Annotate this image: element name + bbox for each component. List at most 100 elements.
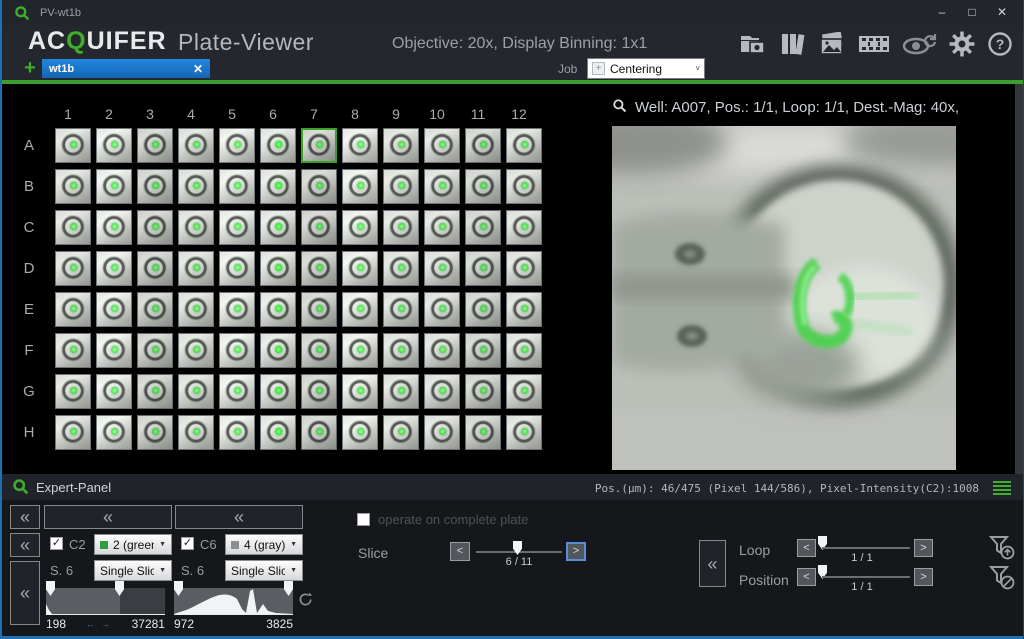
well-thumbnail-H12[interactable]: [506, 415, 542, 450]
well-thumbnail-D11[interactable]: [465, 251, 501, 286]
well-thumbnail-F8[interactable]: [342, 333, 378, 368]
well-thumbnail-G8[interactable]: [342, 374, 378, 409]
minimize-button[interactable]: –: [927, 0, 957, 24]
well-thumbnail-E6[interactable]: [260, 292, 296, 327]
well-thumbnail-F9[interactable]: [383, 333, 419, 368]
well-thumbnail-A11[interactable]: [465, 128, 501, 163]
photo-stack-icon[interactable]: [817, 31, 847, 57]
filter-export-icon[interactable]: [988, 534, 1015, 566]
well-thumbnail-E5[interactable]: [219, 292, 255, 327]
well-thumbnail-H6[interactable]: [260, 415, 296, 450]
well-thumbnail-H2[interactable]: [96, 415, 132, 450]
slice-prev-button[interactable]: <: [450, 542, 470, 561]
well-thumbnail-C5[interactable]: [219, 210, 255, 245]
well-thumbnail-G6[interactable]: [260, 374, 296, 409]
well-thumbnail-C12[interactable]: [506, 210, 542, 245]
well-thumbnail-E2[interactable]: [96, 292, 132, 327]
job-select[interactable]: + Centering ˅: [587, 58, 705, 79]
archive-folder-icon[interactable]: [739, 31, 769, 57]
well-thumbnail-E1[interactable]: [55, 292, 91, 327]
well-thumbnail-D3[interactable]: [137, 251, 173, 286]
well-thumbnail-D4[interactable]: [178, 251, 214, 286]
well-thumbnail-H3[interactable]: [137, 415, 173, 450]
well-thumbnail-B8[interactable]: [342, 169, 378, 204]
channel-c2-display-select[interactable]: 2 (green) ▼: [94, 534, 172, 555]
well-thumbnail-G3[interactable]: [137, 374, 173, 409]
well-thumbnail-D5[interactable]: [219, 251, 255, 286]
well-thumbnail-H9[interactable]: [383, 415, 419, 450]
well-thumbnail-B10[interactable]: [424, 169, 460, 204]
well-thumbnail-G9[interactable]: [383, 374, 419, 409]
add-tab-button[interactable]: +: [20, 57, 40, 80]
well-thumbnail-E8[interactable]: [342, 292, 378, 327]
well-thumbnail-F6[interactable]: [260, 333, 296, 368]
well-thumbnail-E3[interactable]: [137, 292, 173, 327]
settings-gear-icon[interactable]: [948, 31, 976, 57]
well-thumbnail-F2[interactable]: [96, 333, 132, 368]
well-thumbnail-F7[interactable]: [301, 333, 337, 368]
slice-mode-select-1[interactable]: Single Slice ▼: [94, 560, 172, 581]
tab-close-icon[interactable]: ✕: [193, 62, 203, 76]
eye-refresh-icon[interactable]: [901, 31, 937, 57]
well-thumbnail-G4[interactable]: [178, 374, 214, 409]
well-thumbnail-A10[interactable]: [424, 128, 460, 163]
well-thumbnail-H10[interactable]: [424, 415, 460, 450]
well-thumbnail-D8[interactable]: [342, 251, 378, 286]
collapse-loop-position-button[interactable]: «: [699, 540, 726, 587]
help-icon[interactable]: ?: [987, 31, 1013, 57]
collapse-button-2[interactable]: «: [10, 533, 40, 557]
well-thumbnail-C10[interactable]: [424, 210, 460, 245]
close-button[interactable]: ✕: [987, 0, 1017, 24]
operate-complete-plate-checkbox[interactable]: [357, 513, 370, 526]
well-thumbnail-H5[interactable]: [219, 415, 255, 450]
collapse-button-3[interactable]: «: [10, 561, 40, 625]
well-thumbnail-F10[interactable]: [424, 333, 460, 368]
well-thumbnail-D1[interactable]: [55, 251, 91, 286]
well-thumbnail-B3[interactable]: [137, 169, 173, 204]
well-thumbnail-B11[interactable]: [465, 169, 501, 204]
well-thumbnail-H1[interactable]: [55, 415, 91, 450]
filter-clear-icon[interactable]: [988, 564, 1015, 596]
well-thumbnail-G11[interactable]: [465, 374, 501, 409]
well-thumbnail-D9[interactable]: [383, 251, 419, 286]
menu-icon[interactable]: [993, 481, 1011, 495]
well-thumbnail-D2[interactable]: [96, 251, 132, 286]
well-thumbnail-E7[interactable]: [301, 292, 337, 327]
well-thumbnail-F11[interactable]: [465, 333, 501, 368]
channel-c6-checkbox[interactable]: ✓: [181, 537, 194, 550]
well-thumbnail-C11[interactable]: [465, 210, 501, 245]
well-thumbnail-D7[interactable]: [301, 251, 337, 286]
well-thumbnail-E10[interactable]: [424, 292, 460, 327]
well-thumbnail-E9[interactable]: [383, 292, 419, 327]
reset-levels-icon[interactable]: [298, 592, 313, 612]
well-thumbnail-C1[interactable]: [55, 210, 91, 245]
histogram-range-c2[interactable]: [46, 588, 165, 615]
well-thumbnail-D12[interactable]: [506, 251, 542, 286]
maximize-button[interactable]: □: [957, 0, 987, 24]
position-next-button[interactable]: >: [914, 568, 933, 586]
well-thumbnail-B1[interactable]: [55, 169, 91, 204]
collapse-channel-2-button[interactable]: «: [175, 505, 303, 529]
slice-mode-select-2[interactable]: Single Slice ▼: [225, 560, 303, 581]
histogram-range-c6[interactable]: [174, 588, 293, 615]
well-thumbnail-G1[interactable]: [55, 374, 91, 409]
well-detail-image[interactable]: [612, 126, 956, 470]
well-thumbnail-H8[interactable]: [342, 415, 378, 450]
well-thumbnail-G10[interactable]: [424, 374, 460, 409]
loop-slider-track[interactable]: [822, 547, 910, 549]
well-thumbnail-D6[interactable]: [260, 251, 296, 286]
collapse-button-1[interactable]: «: [10, 505, 40, 529]
well-thumbnail-A8[interactable]: [342, 128, 378, 163]
tab-wt1b[interactable]: wt1b ✕: [42, 59, 210, 78]
well-thumbnail-G2[interactable]: [96, 374, 132, 409]
well-thumbnail-H11[interactable]: [465, 415, 501, 450]
well-thumbnail-F4[interactable]: [178, 333, 214, 368]
loop-next-button[interactable]: >: [914, 539, 933, 557]
well-thumbnail-A12[interactable]: [506, 128, 542, 163]
well-thumbnail-A1[interactable]: [55, 128, 91, 163]
well-thumbnail-C9[interactable]: [383, 210, 419, 245]
well-thumbnail-B5[interactable]: [219, 169, 255, 204]
well-thumbnail-E11[interactable]: [465, 292, 501, 327]
well-thumbnail-A7[interactable]: [301, 128, 337, 163]
well-thumbnail-G5[interactable]: [219, 374, 255, 409]
